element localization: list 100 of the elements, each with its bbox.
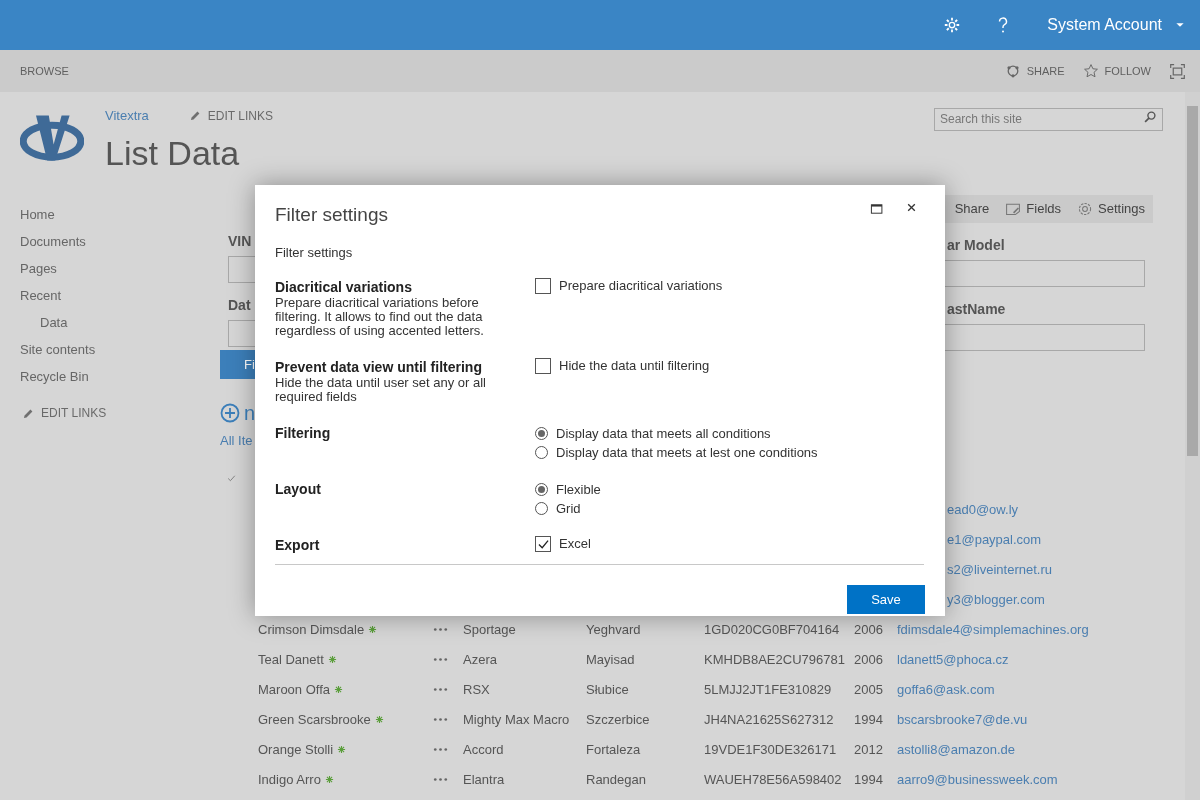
table-cell-text: RSX [463, 680, 491, 699]
new-icon [368, 625, 378, 634]
settings-icon [1077, 201, 1093, 217]
dialog-subtitle: Filter settings [275, 243, 354, 262]
pencil-icon [188, 109, 202, 123]
table-cell-text: 19VDE1F30DE326171 [704, 740, 838, 759]
field-label: VIN [228, 232, 252, 251]
nav-item[interactable]: Recycle Bin [20, 363, 200, 390]
search-icon [1143, 110, 1157, 124]
section-heading: Filtering [275, 424, 331, 442]
share-icon [1004, 63, 1021, 79]
edit-links-button[interactable]: EDIT LINKS [22, 404, 200, 422]
table-cell-text: Yeghvard [586, 620, 642, 639]
table-cell-text: Fortaleza [586, 740, 642, 759]
view-tab[interactable]: All Ite [220, 431, 253, 451]
table-cell-text: Orange Stolli [258, 740, 334, 759]
checkbox[interactable] [535, 358, 551, 374]
option-label: Prepare diacritical variations [559, 277, 723, 296]
nav-item[interactable]: Data [20, 309, 200, 336]
radio-button[interactable] [535, 446, 548, 459]
email-link[interactable]: astolli8@amazon.de [897, 739, 1015, 760]
table-cell-text: 1GD020CG0BF704164 [704, 620, 841, 639]
close-icon [906, 202, 917, 213]
email-link[interactable]: y3@blogger.com [947, 589, 1045, 610]
nav-item[interactable]: Recent [20, 282, 200, 309]
email-link[interactable]: goffa6@ask.com [897, 679, 995, 700]
table-cell-text: 2005 [854, 680, 884, 699]
new-icon [374, 715, 384, 724]
email-link[interactable]: e1@paypal.com [947, 529, 1042, 550]
option-label: Flexible [556, 480, 601, 499]
email-link[interactable]: ldanett5@phoca.cz [897, 649, 1009, 670]
option-label: Excel [559, 535, 591, 554]
table-cell-text: 5LMJJ2JT1FE310829 [704, 680, 833, 699]
site-link[interactable]: Vitextra [105, 106, 149, 126]
field-label: astName [947, 300, 1006, 319]
check-icon [226, 472, 237, 484]
toolbar-button[interactable]: Share [954, 199, 990, 219]
option-label: Display data that meets all conditions [556, 424, 771, 443]
nav-item[interactable]: Site contents [20, 336, 200, 363]
table-cell-text: Mighty Max Macro [463, 710, 571, 729]
new-icon [324, 775, 334, 784]
table-cell-text: 2012 [854, 740, 884, 759]
new-icon [327, 655, 337, 664]
field-label: Dat [228, 296, 251, 315]
section-heading: Export [275, 536, 320, 554]
section-description: Prepare diacritical variations before filtering. It allows to find out the data regardless of using accented letters. [275, 296, 485, 338]
nav-item[interactable]: Pages [20, 255, 200, 282]
table-cell-text: Green Scarsbrooke [258, 710, 371, 729]
email-link[interactable]: fdimsdale4@simplemachines.org [897, 619, 1089, 640]
radio-button[interactable] [535, 502, 548, 515]
email-link[interactable]: bscarsbrooke7@de.vu [897, 709, 1028, 730]
nav-item[interactable]: Home [20, 201, 200, 228]
table-cell-text: Crimson Dimsdale [258, 620, 365, 639]
share-link[interactable]: SHARE [1004, 62, 1065, 80]
section-description: Hide the data until user set any or all required fields [275, 376, 487, 404]
table-cell-text: Randegan [586, 770, 647, 789]
new-item-link[interactable]: n [244, 403, 256, 423]
table-cell-text: KMHDB8AE2CU796781 [704, 650, 846, 669]
table-cell-text: Azera [463, 650, 498, 669]
checkbox[interactable] [535, 278, 551, 294]
checkbox[interactable] [535, 536, 551, 552]
email-link[interactable]: ead0@ow.ly [947, 499, 1019, 520]
option-label: Grid [556, 499, 581, 518]
focus-icon [1169, 62, 1186, 80]
ribbon-tab[interactable]: BROWSE [20, 62, 69, 80]
maximize-icon [870, 202, 884, 216]
user-menu[interactable]: System Account [1047, 13, 1186, 37]
scrollbar-thumb[interactable] [1187, 106, 1198, 456]
save-button[interactable]: Save [847, 585, 925, 614]
radio-button[interactable] [535, 427, 548, 440]
email-link[interactable]: aarro9@businessweek.com [897, 769, 1058, 790]
search-field[interactable]: Search this site [934, 107, 1163, 131]
email-link[interactable]: s2@liveinternet.ru [947, 559, 1052, 580]
nav-item[interactable]: Documents [20, 228, 200, 255]
section-heading: Prevent data view until filtering [275, 358, 482, 376]
table-cell-text: Szczerbice [586, 710, 651, 729]
edit-links-button[interactable]: EDIT LINKS [188, 106, 273, 125]
table-cell-text: 2006 [854, 620, 884, 639]
new-icon [337, 745, 347, 754]
toolbar-button[interactable]: Fields [1005, 199, 1061, 219]
note-icon [1005, 201, 1022, 217]
follow-link[interactable]: FOLLOW [1082, 62, 1151, 80]
toolbar-button[interactable]: Settings [1077, 199, 1145, 219]
table-cell-text: Accord [463, 740, 505, 759]
option-label: Hide the data until filtering [559, 357, 710, 376]
dialog-title: Filter settings [275, 203, 389, 227]
table-cell-text: 2006 [854, 650, 884, 669]
table-cell-text: 1994 [854, 710, 884, 729]
close-button[interactable] [906, 202, 917, 213]
page-title: List Data [105, 132, 241, 174]
settings-icon [943, 16, 962, 34]
star-icon [1082, 63, 1099, 79]
table-cell-text: JH4NA21625S627312 [704, 710, 835, 729]
table-cell-text: 1994 [854, 770, 884, 789]
maximize-button[interactable] [870, 202, 884, 216]
radio-button[interactable] [535, 483, 548, 496]
table-cell-text: WAUEH78E56A598402 [704, 770, 843, 789]
table-cell-text: Maroon Offa [258, 680, 331, 699]
table-cell-text: Słubice [586, 680, 630, 699]
scrollbar[interactable] [1185, 92, 1200, 800]
